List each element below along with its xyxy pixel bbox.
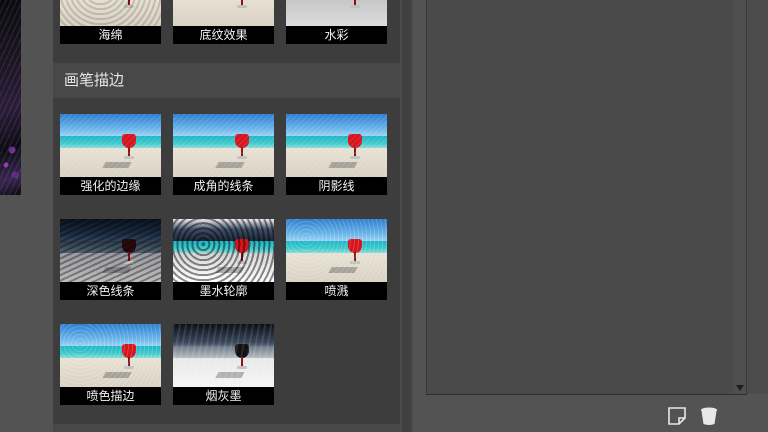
filter-preview-image bbox=[60, 0, 161, 26]
filter-label: 水彩 bbox=[286, 26, 387, 44]
effect-layers-scrollbar[interactable] bbox=[734, 0, 746, 394]
settings-panel bbox=[413, 0, 768, 432]
filter-thumb-crosshatch[interactable]: 阴影线 bbox=[286, 114, 387, 195]
delete-effect-layer-icon[interactable] bbox=[698, 405, 720, 427]
new-effect-layer-icon[interactable] bbox=[666, 405, 688, 427]
filter-label: 喷色描边 bbox=[60, 387, 161, 405]
filter-label: 成角的线条 bbox=[173, 177, 274, 195]
effect-layers-list[interactable] bbox=[426, 0, 747, 395]
filter-label: 烟灰墨 bbox=[173, 387, 274, 405]
filter-preview-image bbox=[286, 219, 387, 282]
filter-label: 底纹效果 bbox=[173, 26, 274, 44]
filter-thumb-accented-edges[interactable]: 强化的边缘 bbox=[60, 114, 161, 195]
filter-label: 墨水轮廓 bbox=[173, 282, 274, 300]
filter-preview-image bbox=[60, 324, 161, 387]
filter-label: 海绵 bbox=[60, 26, 161, 44]
gallery-scrollbar[interactable] bbox=[400, 0, 413, 432]
next-category-header-edge[interactable] bbox=[53, 424, 400, 432]
filter-thumb-underpainting[interactable]: 底纹效果 bbox=[173, 0, 274, 44]
filter-thumb-sumi-e[interactable]: 烟灰墨 bbox=[173, 324, 274, 405]
filter-label: 喷溅 bbox=[286, 282, 387, 300]
filter-preview-image bbox=[60, 114, 161, 177]
filter-thumb-angled-strokes[interactable]: 成角的线条 bbox=[173, 114, 274, 195]
filter-thumb-watercolor[interactable]: 水彩 bbox=[286, 0, 387, 44]
gallery-scrollbar-thumb[interactable] bbox=[402, 0, 411, 432]
workspace-background bbox=[0, 195, 53, 432]
filter-preview-image bbox=[286, 0, 387, 26]
filter-preview-image bbox=[286, 114, 387, 177]
filter-thumb-sprayed-strokes[interactable]: 喷色描边 bbox=[60, 324, 161, 405]
filter-preview-image bbox=[60, 219, 161, 282]
filter-preview-image bbox=[173, 219, 274, 282]
panel-edge bbox=[747, 0, 768, 394]
filter-preview-image bbox=[173, 324, 274, 387]
filter-label: 阴影线 bbox=[286, 177, 387, 195]
filter-thumb-spatter[interactable]: 喷溅 bbox=[286, 219, 387, 300]
filter-preview-image bbox=[173, 114, 274, 177]
filter-label: 深色线条 bbox=[60, 282, 161, 300]
filter-preview-image bbox=[173, 0, 274, 26]
scroll-down-arrow-icon[interactable] bbox=[736, 385, 744, 391]
filter-gallery-panel: 海绵 底纹效果 水彩 画笔描边 强化的边缘 成角的线条 阴影线 深色线条 墨水轮… bbox=[53, 0, 400, 432]
filter-thumb-sponge[interactable]: 海绵 bbox=[60, 0, 161, 44]
canvas-preview-edge bbox=[0, 0, 21, 195]
filter-thumb-ink-outlines[interactable]: 墨水轮廓 bbox=[173, 219, 274, 300]
filter-thumb-dark-strokes[interactable]: 深色线条 bbox=[60, 219, 161, 300]
filter-label: 强化的边缘 bbox=[60, 177, 161, 195]
filter-category-brush-strokes[interactable]: 画笔描边 bbox=[53, 63, 400, 98]
